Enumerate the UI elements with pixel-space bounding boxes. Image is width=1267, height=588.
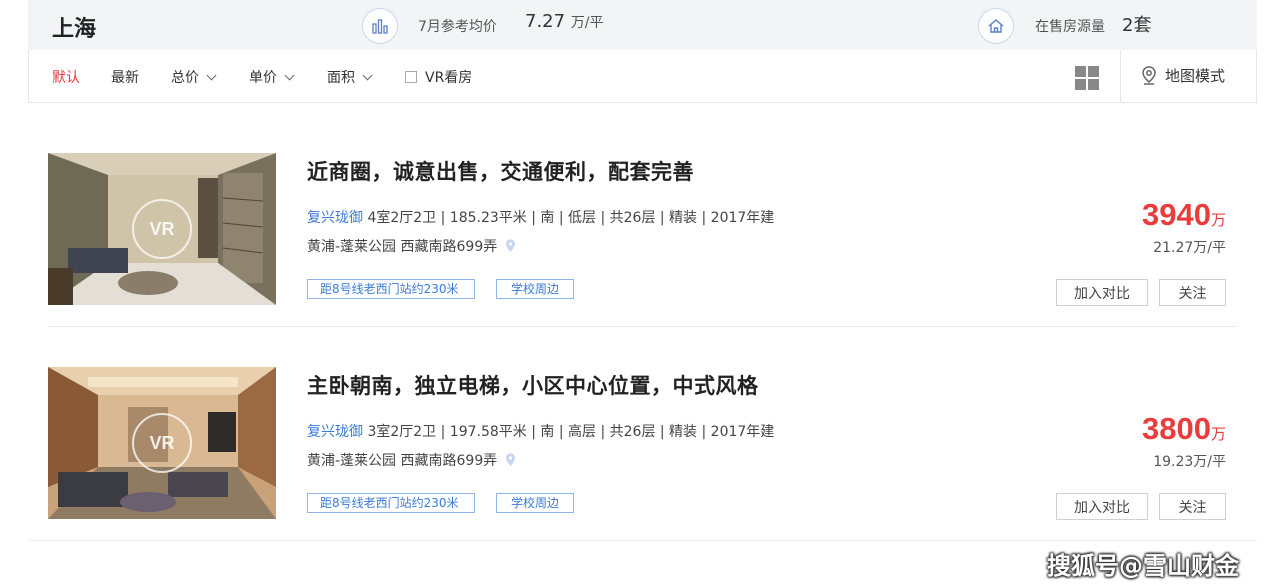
community-link[interactable]: 复兴珑御 bbox=[307, 210, 363, 226]
sort-area-label: 面积 bbox=[327, 70, 355, 86]
tag-school: 学校周边 bbox=[496, 279, 574, 299]
checkbox-icon bbox=[405, 71, 417, 83]
listing-photo[interactable]: VR bbox=[48, 153, 276, 305]
vr-filter-label: VR看房 bbox=[425, 70, 473, 86]
tag-subway: 距8号线老西门站约230米 bbox=[307, 279, 475, 299]
vr-badge: VR bbox=[132, 199, 192, 259]
unit-price: 21.27万/平 bbox=[1153, 240, 1226, 256]
divider bbox=[28, 540, 1257, 541]
vr-filter-checkbox[interactable]: VR看房 bbox=[405, 67, 472, 87]
on-sale-label: 在售房源量 bbox=[1035, 19, 1105, 35]
vr-badge: VR bbox=[132, 413, 192, 473]
add-compare-button[interactable]: 加入对比 bbox=[1056, 493, 1148, 520]
listing-details: 复兴珑御 4室2厅2卫 | 185.23平米 | 南 | 低层 | 共26层 |… bbox=[307, 207, 774, 227]
map-mode-label: 地图模式 bbox=[1165, 67, 1226, 85]
listing-card[interactable]: VR 近商圈，诚意出售，交通便利，配套完善 复兴珑御 4室2厅2卫 | 185.… bbox=[48, 153, 1238, 327]
avg-price-label: 7月参考均价 bbox=[418, 19, 497, 35]
map-pin-icon bbox=[1142, 65, 1156, 85]
listing-specs: 3室2厅2卫 | 197.58平米 | 南 | 高层 | 共26层 | 精装 |… bbox=[367, 424, 775, 440]
filter-bar: 默认 最新 总价 单价 面积 VR看房 地图模式 bbox=[28, 50, 1257, 103]
total-price-unit: 万 bbox=[1210, 426, 1226, 443]
tag-subway: 距8号线老西门站约230米 bbox=[307, 493, 475, 513]
total-price-unit: 万 bbox=[1210, 212, 1226, 229]
address-text: 黄浦-蓬莱公园 西藏南路699弄 bbox=[307, 239, 498, 255]
grid-view-icon[interactable] bbox=[1075, 66, 1099, 90]
follow-button[interactable]: 关注 bbox=[1159, 493, 1226, 520]
location-pin-icon[interactable] bbox=[505, 239, 516, 253]
follow-button[interactable]: 关注 bbox=[1159, 279, 1226, 306]
home-icon bbox=[978, 8, 1014, 44]
sort-unit-price-label: 单价 bbox=[249, 70, 277, 86]
listing-title[interactable]: 近商圈，诚意出售，交通便利，配套完善 bbox=[307, 156, 694, 186]
sort-unit-price[interactable]: 单价 bbox=[249, 67, 295, 87]
avg-price-number: 7.27 bbox=[525, 11, 566, 32]
map-mode-button[interactable]: 地图模式 bbox=[1141, 65, 1225, 86]
avg-price-unit: 万/平 bbox=[570, 15, 604, 31]
listing-specs: 4室2厅2卫 | 185.23平米 | 南 | 低层 | 共26层 | 精装 |… bbox=[367, 210, 775, 226]
chevron-down-icon bbox=[362, 70, 373, 80]
top-info-bar: 上海 7月参考均价 7.27 万/平 在售房源量 2套 bbox=[28, 0, 1257, 50]
chevron-down-icon bbox=[206, 70, 217, 80]
community-link[interactable]: 复兴珑御 bbox=[307, 424, 363, 440]
total-price: 3940万 bbox=[1142, 197, 1226, 233]
add-compare-button[interactable]: 加入对比 bbox=[1056, 279, 1148, 306]
listing-address: 黄浦-蓬莱公园 西藏南路699弄 bbox=[307, 236, 516, 256]
total-price: 3800万 bbox=[1142, 411, 1226, 447]
tag-school: 学校周边 bbox=[496, 493, 574, 513]
chart-icon bbox=[362, 8, 398, 44]
on-sale-value: 2套 bbox=[1122, 15, 1152, 36]
city-name[interactable]: 上海 bbox=[52, 11, 96, 43]
sort-total-price-label: 总价 bbox=[171, 70, 199, 86]
watermark: 搜狐号@雪山财金 bbox=[1047, 552, 1239, 580]
total-price-value: 3800 bbox=[1142, 411, 1211, 446]
listing-photo[interactable]: VR bbox=[48, 367, 276, 519]
sort-default[interactable]: 默认 bbox=[52, 67, 80, 87]
address-text: 黄浦-蓬莱公园 西藏南路699弄 bbox=[307, 453, 498, 469]
chevron-down-icon bbox=[284, 70, 295, 80]
listing-details: 复兴珑御 3室2厅2卫 | 197.58平米 | 南 | 高层 | 共26层 |… bbox=[307, 421, 774, 441]
listing-card[interactable]: VR 主卧朝南，独立电梯，小区中心位置，中式风格 复兴珑御 3室2厅2卫 | 1… bbox=[48, 367, 1238, 540]
location-pin-icon[interactable] bbox=[505, 453, 516, 467]
unit-price: 19.23万/平 bbox=[1153, 454, 1226, 470]
divider bbox=[1120, 50, 1121, 102]
sort-area[interactable]: 面积 bbox=[327, 67, 373, 87]
sort-newest[interactable]: 最新 bbox=[111, 67, 139, 87]
total-price-value: 3940 bbox=[1142, 197, 1211, 232]
listing-address: 黄浦-蓬莱公园 西藏南路699弄 bbox=[307, 450, 516, 470]
avg-price-value: 7.27 万/平 bbox=[525, 11, 604, 32]
sort-total-price[interactable]: 总价 bbox=[171, 67, 217, 87]
listing-title[interactable]: 主卧朝南，独立电梯，小区中心位置，中式风格 bbox=[307, 370, 759, 400]
